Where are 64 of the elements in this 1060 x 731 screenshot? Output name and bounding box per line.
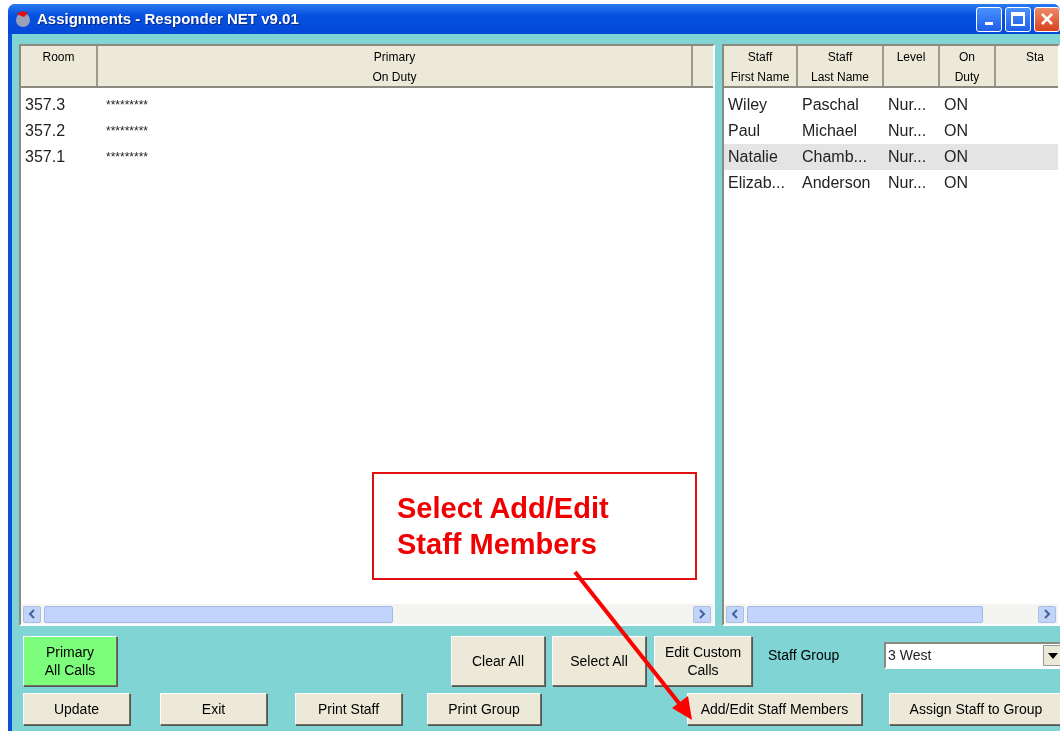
- column-header[interactable]: Sta: [996, 46, 1058, 86]
- scroll-left-button[interactable]: [726, 605, 744, 623]
- table-cell-text: 357.1: [24, 147, 67, 167]
- table-cell-text: Paschal: [801, 95, 860, 115]
- table-row[interactable]: Elizab... Anderson Nur... ON: [724, 170, 1058, 196]
- table-cell-text: Michael: [801, 121, 859, 141]
- table-cell-text: *********: [105, 149, 149, 166]
- table-cell-text: 357.3: [24, 95, 67, 115]
- push-button[interactable]: Assign Staff to Group: [889, 693, 1060, 725]
- table-cell-text: 357.2: [24, 121, 67, 141]
- push-button[interactable]: Print Group: [427, 693, 541, 725]
- table-row[interactable]: Wiley Paschal Nur... ON: [724, 92, 1058, 118]
- maximize-icon: [1011, 12, 1025, 26]
- table-cell-text: Nur...: [887, 121, 928, 141]
- maximize-button[interactable]: [1005, 6, 1031, 32]
- push-button[interactable]: Update: [23, 693, 130, 725]
- chevron-right-icon: [698, 609, 706, 619]
- column-header[interactable]: Staff Last Name: [798, 46, 884, 86]
- table-cell-text: ON: [943, 173, 969, 193]
- table-cell-text: Nur...: [887, 95, 928, 115]
- scroll-right-button[interactable]: [693, 605, 711, 623]
- close-icon: [1040, 12, 1054, 26]
- push-button[interactable]: Exit: [160, 693, 267, 725]
- table-row[interactable]: Paul Michael Nur... ON: [724, 118, 1058, 144]
- push-button[interactable]: Edit Custom Calls: [654, 636, 752, 686]
- column-header[interactable]: Staff First Name: [724, 46, 798, 86]
- table-cell-text: Chamb...: [801, 147, 868, 167]
- window-title: Assignments - Responder NET v9.01: [37, 8, 299, 29]
- scrollbar-thumb[interactable]: [747, 605, 983, 623]
- table-row[interactable]: Natalie Chamb... Nur... ON: [724, 144, 1058, 170]
- table-cell-text: Natalie: [727, 147, 779, 167]
- column-header[interactable]: Level: [884, 46, 940, 86]
- push-button[interactable]: Primary All Calls: [23, 636, 117, 686]
- push-button[interactable]: Select All: [552, 636, 646, 686]
- chevron-left-icon: [731, 609, 739, 619]
- table-cell-text: Wiley: [727, 95, 769, 115]
- push-button[interactable]: Clear All: [451, 636, 545, 686]
- table-cell-text: *********: [105, 123, 149, 140]
- app-icon: [14, 10, 32, 28]
- table-cell-text: Elizab...: [727, 173, 786, 193]
- table-cell-text: *********: [105, 97, 149, 114]
- table-cell-text: Nur...: [887, 147, 928, 167]
- column-header[interactable]: Primary On Duty: [98, 46, 693, 86]
- push-button[interactable]: Add/Edit Staff Members: [687, 693, 862, 725]
- scroll-left-button[interactable]: [23, 605, 41, 623]
- push-button[interactable]: Print Staff: [295, 693, 402, 725]
- scrollbar-thumb[interactable]: [44, 605, 393, 623]
- callout-text: Select Add/Edit Staff Members: [372, 472, 697, 580]
- minimize-icon: [985, 21, 993, 25]
- table-cell-text: Paul: [727, 121, 762, 141]
- scroll-right-button[interactable]: [1038, 605, 1056, 623]
- table-cell-text: ON: [943, 121, 969, 141]
- field-label: Staff Group: [768, 646, 841, 665]
- close-button[interactable]: [1034, 6, 1060, 32]
- staff-group-dropdown[interactable]: 3 West: [884, 642, 1060, 669]
- table-cell-text: ON: [943, 147, 969, 167]
- table-cell-text: ON: [943, 95, 969, 115]
- chevron-right-icon: [1043, 609, 1051, 619]
- table-cell-text: Anderson: [801, 173, 872, 193]
- column-header[interactable]: Room: [21, 46, 98, 86]
- chevron-left-icon: [28, 609, 36, 619]
- minimize-button[interactable]: [976, 6, 1002, 32]
- table-cell-text: Nur...: [887, 173, 928, 193]
- column-header[interactable]: On Duty: [940, 46, 996, 86]
